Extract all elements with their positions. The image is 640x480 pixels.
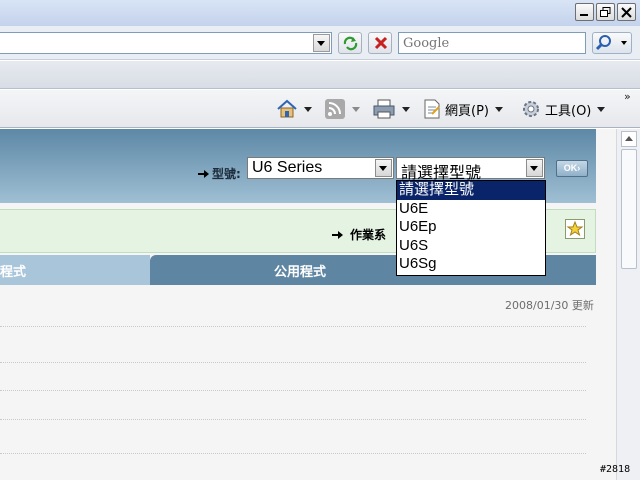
scrollbar-thumb[interactable] [621, 149, 637, 269]
ok-button[interactable]: OK› [556, 160, 588, 177]
search-icon [595, 35, 627, 51]
gear-icon [523, 101, 539, 117]
search-button[interactable] [592, 32, 632, 54]
vertical-scrollbar[interactable] [616, 129, 640, 480]
chevron-up-icon [625, 136, 633, 141]
minimize-button[interactable] [575, 3, 594, 21]
page-icon [424, 99, 440, 119]
dropdown-option[interactable]: U6E [397, 200, 545, 219]
print-button[interactable] [372, 97, 410, 121]
refresh-button[interactable] [338, 32, 362, 54]
more-commands-chevron-icon[interactable]: » [624, 90, 631, 103]
series-select-value: U6 Series [252, 159, 323, 176]
refresh-icon [343, 36, 358, 51]
arrow-right-icon: › [577, 163, 581, 173]
browser-tab-strip [0, 61, 640, 89]
home-button[interactable] [276, 97, 312, 121]
model-dropdown-list: 請選擇型號 U6E U6Ep U6S U6Sg [396, 180, 546, 276]
stop-icon [374, 36, 388, 50]
command-bar: 網頁(P) 工具(O) [0, 90, 640, 128]
star-icon [566, 220, 584, 237]
arrow-right-icon [332, 230, 343, 239]
dropdown-option[interactable]: U6Sg [397, 255, 545, 274]
divider [0, 419, 586, 420]
address-input[interactable] [0, 32, 332, 54]
feeds-button[interactable] [324, 97, 360, 121]
home-icon [277, 99, 297, 118]
search-input[interactable] [398, 32, 586, 54]
dropdown-option[interactable]: U6Ep [397, 218, 545, 237]
dropdown-option[interactable]: 請選擇型號 [397, 181, 545, 200]
dropdown-option[interactable]: U6S [397, 237, 545, 256]
rss-feed-icon [325, 99, 345, 119]
chevron-down-icon [530, 166, 538, 171]
page-menu-label: 網頁(P) [445, 103, 489, 119]
scroll-up-button[interactable] [621, 131, 637, 147]
page-menu-button[interactable]: 網頁(P) [422, 97, 503, 121]
divider [0, 390, 586, 391]
updated-date: 2008/01/30 更新 [505, 299, 594, 312]
tools-menu-button[interactable]: 工具(O) [520, 97, 606, 121]
favorite-button[interactable] [565, 219, 585, 239]
window-title-bar [0, 0, 640, 26]
os-label: 作業系 [332, 226, 386, 243]
chevron-down-icon [379, 166, 387, 171]
screenshot-badge: #2818 [600, 464, 631, 475]
chevron-down-icon [317, 41, 325, 46]
restore-button[interactable] [596, 3, 615, 21]
model-label: 型號: [198, 165, 241, 182]
address-dropdown-button[interactable] [313, 34, 330, 52]
divider [0, 362, 586, 363]
address-bar-row [0, 26, 640, 60]
close-window-button[interactable] [617, 3, 636, 21]
divider [0, 326, 586, 327]
stop-button[interactable] [368, 32, 392, 54]
arrow-right-icon [198, 169, 209, 178]
series-select[interactable]: U6 Series [247, 157, 394, 179]
divider [0, 453, 586, 454]
model-select[interactable]: 請選擇型號 [396, 157, 545, 182]
tools-menu-label: 工具(O) [545, 103, 592, 119]
tab-programs[interactable]: 程式 [0, 255, 150, 285]
print-icon [373, 99, 395, 119]
